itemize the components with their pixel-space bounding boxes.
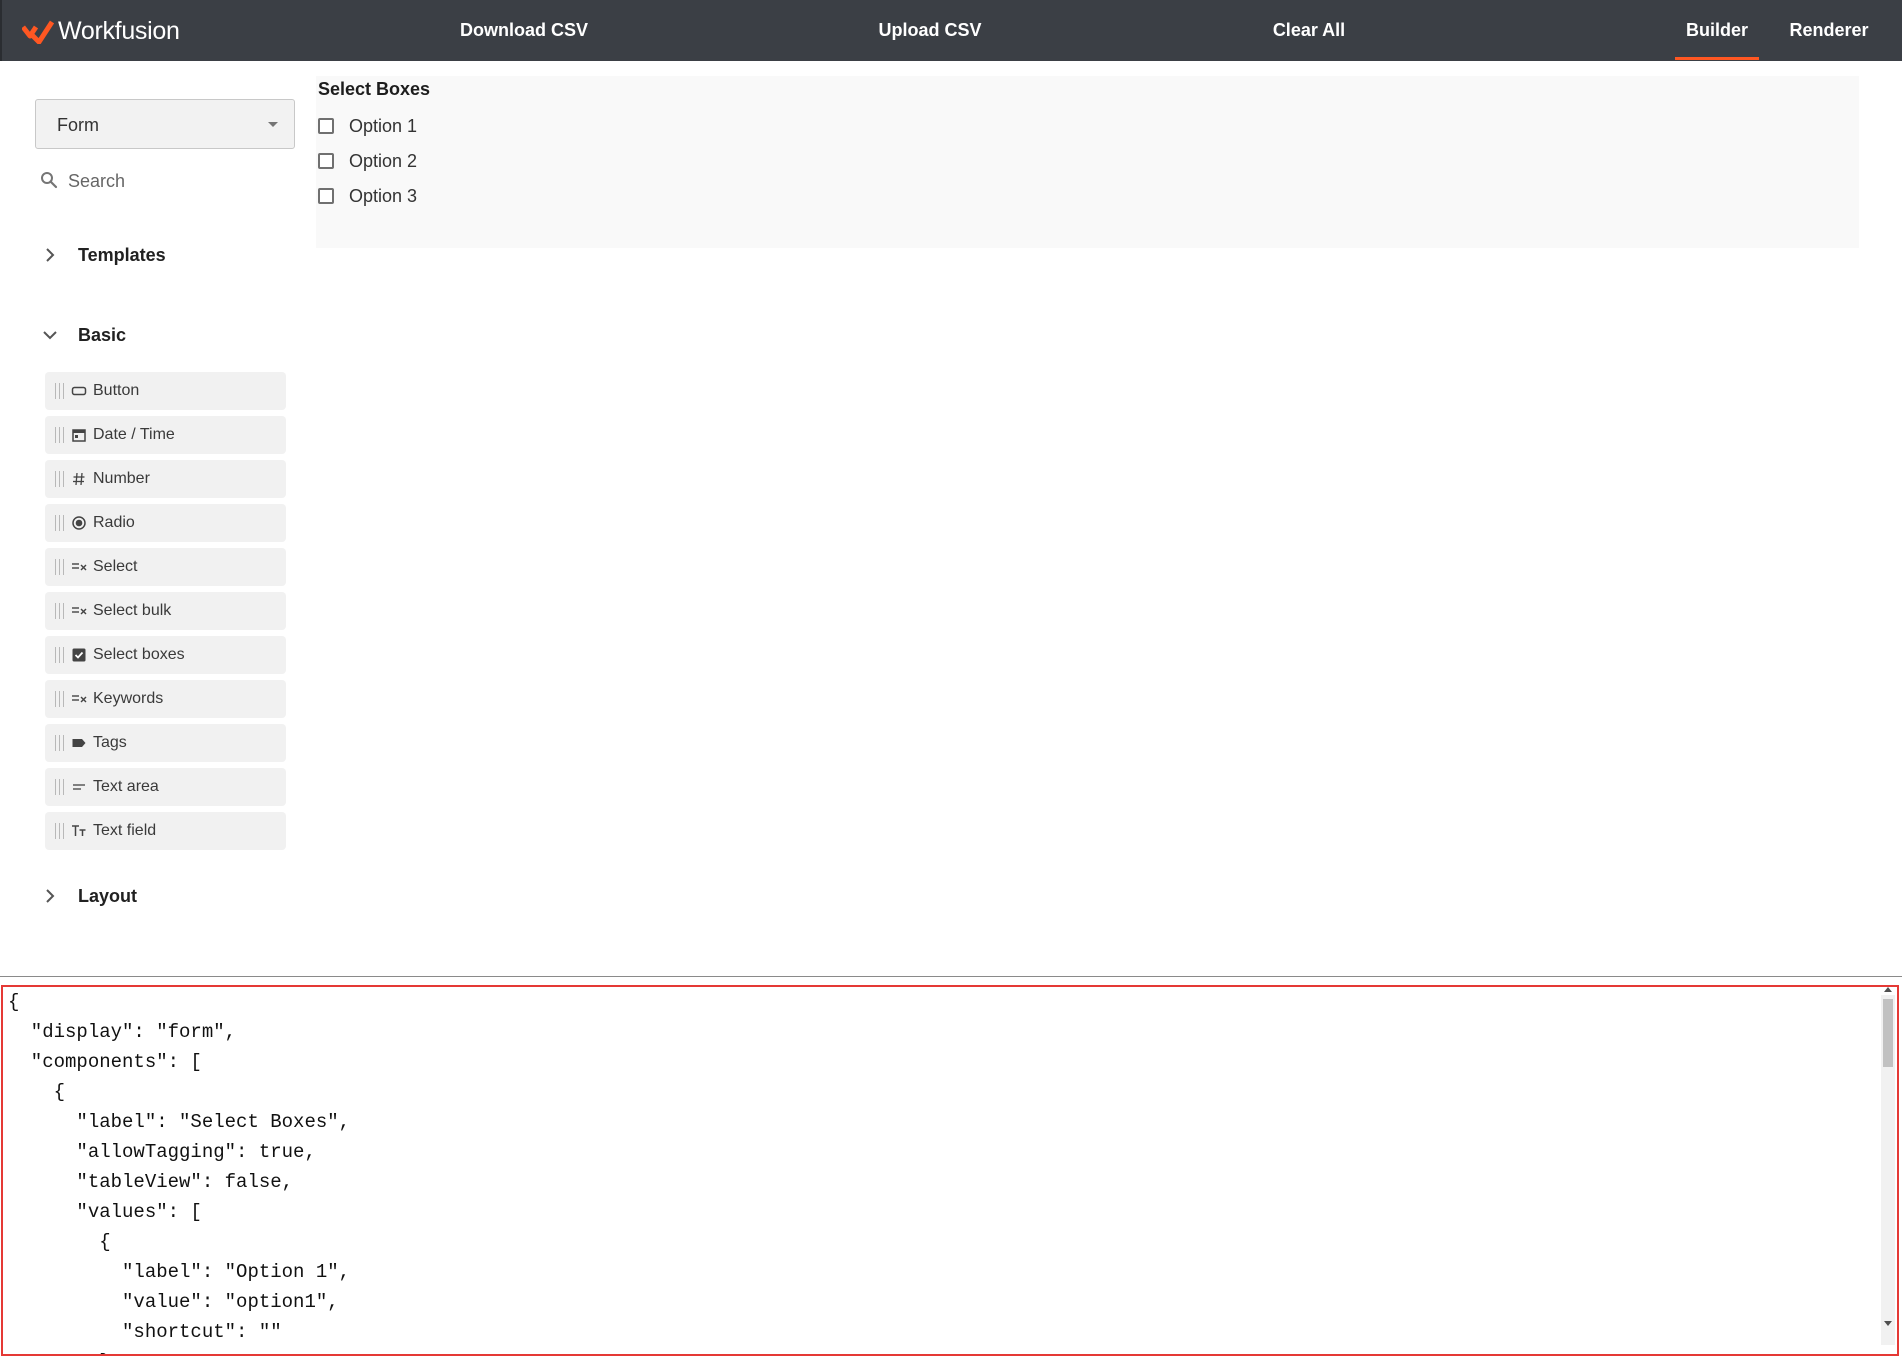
top-navbar: Workfusion Download CSV Upload CSV Clear… <box>0 0 1902 61</box>
json-line: "components": [ <box>8 1051 202 1073</box>
component-label: Select <box>93 558 138 575</box>
search-input[interactable] <box>68 168 288 194</box>
drag-handle-icon[interactable] <box>55 647 64 663</box>
drag-handle-icon[interactable] <box>55 779 64 795</box>
json-line: "label": "Option 1", <box>8 1261 351 1283</box>
scroll-down-arrow-icon[interactable] <box>1884 1321 1892 1326</box>
component-number[interactable]: Number <box>45 460 286 498</box>
editor-divider <box>0 976 1902 977</box>
drag-handle-icon[interactable] <box>55 603 64 619</box>
select-list-icon <box>72 563 87 571</box>
component-label: Select boxes <box>93 646 185 663</box>
json-editor[interactable]: { "display": "form", "components": [ { "… <box>1 985 1899 1356</box>
brand-name: Workfusion <box>58 16 180 45</box>
chevron-down-icon <box>43 331 57 340</box>
tag-icon <box>72 739 86 747</box>
option-label: Option 1 <box>349 115 418 136</box>
workfusion-logo-icon <box>22 20 54 44</box>
drag-handle-icon[interactable] <box>55 691 64 707</box>
component-radio[interactable]: Radio <box>45 504 286 542</box>
select-boxes-title: Select Boxes <box>318 79 431 99</box>
chevron-down-icon <box>268 122 278 127</box>
tab-renderer[interactable]: Renderer <box>1786 0 1872 61</box>
form-canvas[interactable] <box>316 76 1859 248</box>
select-list-icon <box>72 607 87 615</box>
checkbox-icon <box>72 648 86 662</box>
component-select-bulk[interactable]: Select bulk <box>45 592 286 630</box>
text-lines-icon <box>73 784 85 790</box>
tab-builder[interactable]: Builder <box>1675 0 1759 61</box>
calendar-icon <box>72 429 86 442</box>
drag-handle-icon[interactable] <box>55 383 64 399</box>
option-label: Option 2 <box>349 150 418 171</box>
drag-handle-icon[interactable] <box>55 823 64 839</box>
drag-handle-icon[interactable] <box>55 427 64 443</box>
active-tab-indicator <box>1675 57 1759 60</box>
json-text[interactable]: { "display": "form", "components": [ { "… <box>8 987 351 1354</box>
component-text-field[interactable]: Text field <box>45 812 286 850</box>
hash-icon <box>73 472 85 486</box>
json-line: "label": "Select Boxes", <box>8 1111 351 1133</box>
json-line: "tableView": false, <box>8 1171 294 1193</box>
checkbox[interactable] <box>318 188 334 204</box>
json-line: }, <box>8 1351 122 1354</box>
json-line: { <box>8 1081 66 1103</box>
json-line: "allowTagging": true, <box>8 1141 316 1163</box>
section-basic-label: Basic <box>78 324 127 345</box>
option-label: Option 3 <box>349 185 418 206</box>
component-button[interactable]: Button <box>45 372 286 410</box>
json-line: { <box>8 991 20 1013</box>
text-size-icon <box>72 825 86 836</box>
section-templates[interactable]: Templates <box>40 243 166 267</box>
component-tags[interactable]: Tags <box>45 724 286 762</box>
component-date-time[interactable]: Date / Time <box>45 416 286 454</box>
upload-csv-button[interactable]: Upload CSV <box>866 0 994 61</box>
section-layout-label: Layout <box>78 885 138 906</box>
editor-scrollbar-thumb[interactable] <box>1883 999 1893 1067</box>
drag-handle-icon[interactable] <box>55 559 64 575</box>
json-line: "shortcut": "" <box>8 1321 282 1343</box>
download-csv-button[interactable]: Download CSV <box>442 0 606 61</box>
component-label: Select bulk <box>93 602 172 619</box>
json-line: "display": "form", <box>8 1021 237 1043</box>
component-label: Number <box>93 470 150 487</box>
display-type-value: Form <box>57 115 99 135</box>
json-line: "values": [ <box>8 1201 202 1223</box>
component-label: Radio <box>93 514 135 531</box>
checkbox[interactable] <box>318 153 334 169</box>
component-label: Date / Time <box>93 426 175 443</box>
display-type-select[interactable]: Form <box>35 99 295 149</box>
section-layout[interactable]: Layout <box>40 884 137 908</box>
component-select-boxes[interactable]: Select boxes <box>45 636 286 674</box>
clear-all-button[interactable]: Clear All <box>1262 0 1356 61</box>
option-checkbox-1[interactable]: Option 1 <box>318 114 417 138</box>
component-keywords[interactable]: Keywords <box>45 680 286 718</box>
option-checkbox-2[interactable]: Option 2 <box>318 149 417 173</box>
drag-handle-icon[interactable] <box>55 515 64 531</box>
select-list-icon <box>72 695 87 703</box>
component-label: Tags <box>93 734 127 751</box>
drag-handle-icon[interactable] <box>55 735 64 751</box>
component-label: Button <box>93 382 140 399</box>
button-icon <box>71 386 87 396</box>
component-text-area[interactable]: Text area <box>45 768 286 806</box>
json-line: { <box>8 1231 111 1253</box>
scroll-up-arrow-icon[interactable] <box>1884 987 1892 992</box>
radio-icon <box>72 516 86 530</box>
workfusion-logo[interactable]: Workfusion <box>22 16 180 46</box>
drag-handle-icon[interactable] <box>55 471 64 487</box>
component-search <box>40 168 295 194</box>
json-line: "value": "option1", <box>8 1291 339 1313</box>
chevron-right-icon <box>46 248 55 262</box>
chevron-right-icon <box>46 889 55 903</box>
checkbox[interactable] <box>318 118 334 134</box>
search-icon <box>41 172 58 189</box>
component-label: Keywords <box>93 690 164 707</box>
section-basic[interactable]: Basic <box>40 323 126 347</box>
component-label: Text area <box>93 778 159 795</box>
component-select[interactable]: Select <box>45 548 286 586</box>
component-label: Text field <box>93 822 157 839</box>
option-checkbox-3[interactable]: Option 3 <box>318 184 417 208</box>
section-templates-label: Templates <box>78 244 166 265</box>
